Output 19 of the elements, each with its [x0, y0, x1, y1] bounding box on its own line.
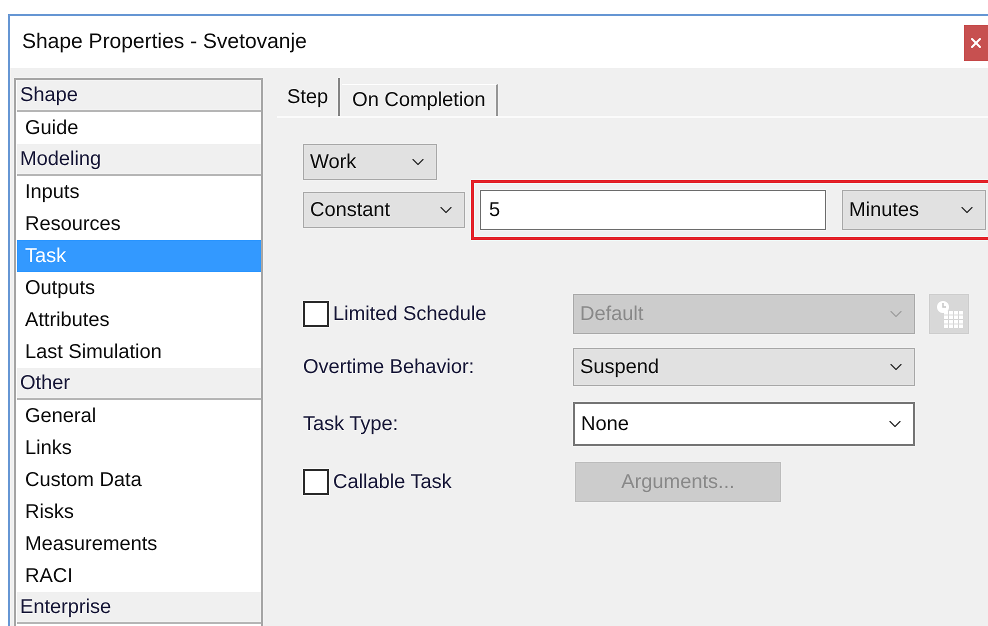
window-title: Shape Properties - Svetovanje [22, 30, 307, 54]
field-label: Overtime Behavior: [303, 356, 474, 378]
tab[interactable]: On Completion [342, 84, 498, 116]
sidebar-header: Other [17, 368, 261, 400]
field-label: Task Type: [303, 412, 398, 436]
checkbox-label: Callable Task [333, 470, 452, 494]
task-type-dropdown[interactable]: None [573, 402, 915, 446]
calendar-clock-icon [934, 299, 964, 329]
close-icon [968, 35, 984, 51]
unit-dropdown[interactable]: Minutes [842, 190, 986, 230]
sidebar-header: Modeling [17, 144, 261, 176]
close-button[interactable] [964, 25, 988, 61]
checkbox-label: Limited Schedule [333, 302, 486, 326]
sidebar-header: Shape [17, 80, 261, 112]
duration-input[interactable]: 5 [480, 190, 826, 230]
sidebar-header: Enterprise [17, 592, 261, 624]
type-dropdown[interactable]: Work [303, 144, 437, 180]
distribution-dropdown[interactable]: Constant [303, 192, 465, 228]
overtime-dropdown[interactable]: Suspend [573, 348, 915, 386]
